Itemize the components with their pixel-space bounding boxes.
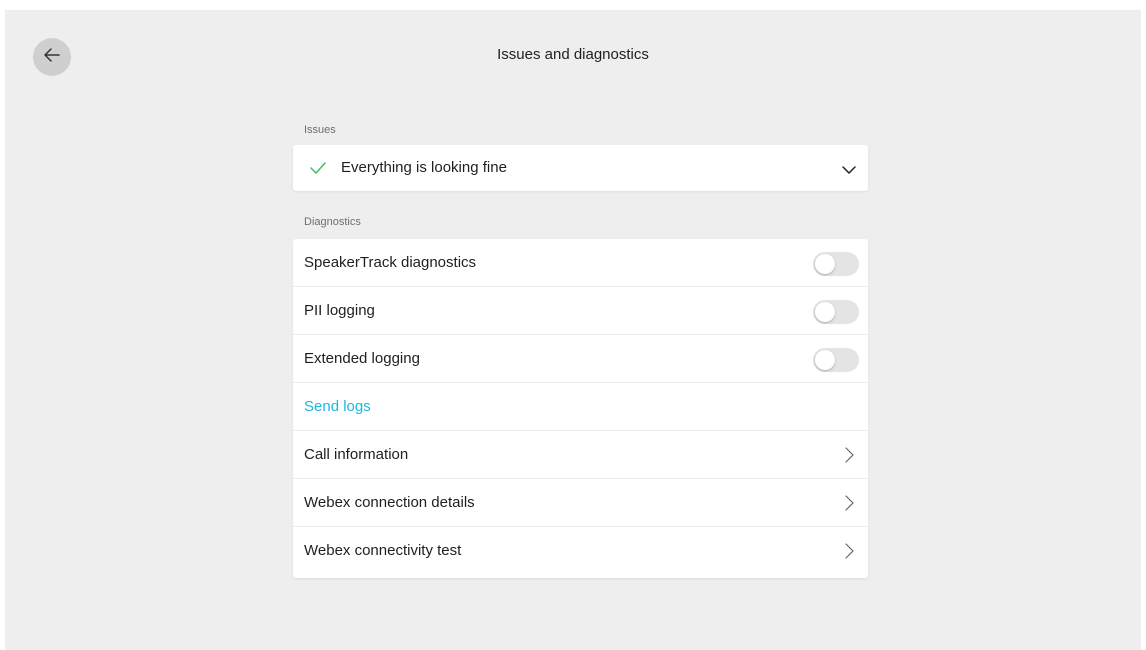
issues-status-text: Everything is looking fine bbox=[341, 159, 507, 176]
send-logs-link-row[interactable]: Send logs bbox=[293, 383, 868, 431]
toggle-knob bbox=[815, 254, 835, 274]
row-label: Webex connectivity test bbox=[304, 542, 462, 559]
pii-logging-toggle[interactable] bbox=[813, 300, 859, 324]
settings-screen: Issues and diagnostics Issues Everything… bbox=[5, 10, 1141, 650]
toggle-knob bbox=[815, 302, 835, 322]
webex-connectivity-test-row[interactable]: Webex connectivity test bbox=[293, 527, 868, 575]
row-label: SpeakerTrack diagnostics bbox=[304, 254, 477, 271]
row-label: Call information bbox=[304, 446, 409, 463]
row-label: Webex connection details bbox=[304, 494, 475, 511]
page-title: Issues and diagnostics bbox=[497, 46, 649, 63]
row-speakertrack-diagnostics: SpeakerTrack diagnostics bbox=[293, 239, 868, 287]
chevron-right-icon bbox=[844, 495, 854, 516]
row-extended-logging: Extended logging bbox=[293, 335, 868, 383]
check-icon bbox=[309, 160, 327, 181]
issues-status-dropdown[interactable]: Everything is looking fine bbox=[293, 145, 868, 191]
toggle-knob bbox=[815, 350, 835, 370]
send-logs-link[interactable]: Send logs bbox=[304, 398, 371, 415]
diagnostics-section-label: Diagnostics bbox=[304, 216, 361, 228]
extended-logging-toggle[interactable] bbox=[813, 348, 859, 372]
call-information-row[interactable]: Call information bbox=[293, 431, 868, 479]
issues-section-label: Issues bbox=[304, 124, 336, 136]
webex-connection-details-row[interactable]: Webex connection details bbox=[293, 479, 868, 527]
chevron-right-icon bbox=[844, 447, 854, 468]
diagnostics-list: SpeakerTrack diagnostics PII logging Ext… bbox=[293, 239, 868, 578]
chevron-right-icon bbox=[844, 543, 854, 564]
speakertrack-diagnostics-toggle[interactable] bbox=[813, 252, 859, 276]
chevron-down-icon bbox=[842, 162, 856, 180]
row-pii-logging: PII logging bbox=[293, 287, 868, 335]
row-label: Extended logging bbox=[304, 350, 420, 367]
row-label: PII logging bbox=[304, 302, 375, 319]
